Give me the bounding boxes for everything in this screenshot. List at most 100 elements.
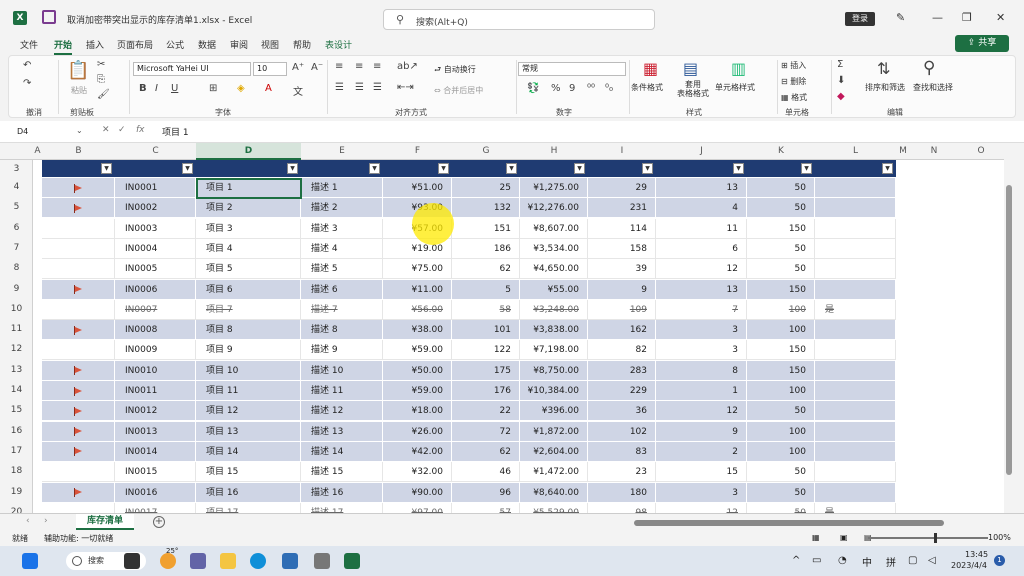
cell-id[interactable]: IN0003 <box>115 218 196 239</box>
cell-reorder-qty[interactable]: 50 <box>747 259 815 280</box>
row-header[interactable]: 14 <box>0 385 33 395</box>
column-header-b[interactable]: B <box>42 146 115 156</box>
percent-icon[interactable]: % <box>551 83 561 94</box>
comma-icon[interactable]: 9 <box>569 83 575 94</box>
volume-icon[interactable]: ◁ <box>928 555 936 566</box>
cell-value[interactable]: ¥5,529.00 <box>520 502 588 513</box>
row-header[interactable]: 6 <box>0 223 33 233</box>
conditional-format-button[interactable]: 条件格式 <box>631 82 663 93</box>
cell-disc[interactable]: 是 <box>815 502 896 513</box>
cell-reorder-qty[interactable]: 150 <box>747 340 815 361</box>
flag-cell[interactable] <box>42 360 115 381</box>
wifi-icon[interactable]: ◔ <box>838 555 847 566</box>
cell-disc[interactable] <box>815 340 896 361</box>
cell-qty[interactable]: 62 <box>452 259 520 280</box>
cell-name[interactable]: 项目 12 <box>196 401 301 422</box>
cell-disc[interactable] <box>815 320 896 341</box>
cell-id[interactable]: IN0010 <box>115 360 196 381</box>
cell-id[interactable]: IN0016 <box>115 482 196 503</box>
cell-disc[interactable] <box>815 441 896 462</box>
cell-reorder-qty[interactable]: 50 <box>747 198 815 219</box>
cell-reorder-qty[interactable]: 100 <box>747 381 815 401</box>
cell-reorder[interactable]: 229 <box>588 381 656 401</box>
cell-value[interactable]: ¥8,607.00 <box>520 218 588 239</box>
cell-days[interactable]: 6 <box>656 238 747 259</box>
cell-desc[interactable]: 描述 12 <box>301 401 383 422</box>
flag-cell[interactable] <box>42 401 115 422</box>
cell-disc[interactable] <box>815 259 896 280</box>
share-button[interactable]: ⇪ 共享 <box>955 35 1009 52</box>
flag-cell[interactable] <box>42 441 115 462</box>
excel-taskbar-icon[interactable] <box>344 553 360 569</box>
cell-qty[interactable]: 58 <box>452 299 520 320</box>
add-sheet-button[interactable]: + <box>153 516 165 528</box>
filter-dropdown-button[interactable]: ▼ <box>506 163 517 174</box>
cell-reorder[interactable]: 162 <box>588 320 656 341</box>
fill-icon[interactable]: ⬇ <box>837 75 845 86</box>
cell-id[interactable]: IN0012 <box>115 401 196 422</box>
windows-start-icon[interactable] <box>22 553 38 569</box>
column-header-c[interactable]: C <box>115 146 196 156</box>
cell-name[interactable]: 项目 8 <box>196 320 301 341</box>
cell-days[interactable]: 3 <box>656 340 747 361</box>
cell-reorder[interactable]: 9 <box>588 279 656 300</box>
clear-icon[interactable]: ◆ <box>837 91 845 102</box>
row-header[interactable]: 10 <box>0 304 33 314</box>
filter-dropdown-button[interactable]: ▼ <box>182 163 193 174</box>
next-sheet-icon[interactable]: › <box>44 516 48 526</box>
cell-price[interactable]: ¥26.00 <box>383 421 452 442</box>
cell-qty[interactable]: 72 <box>452 421 520 442</box>
table-row[interactable]: IN0011 项目 11 描述 11 ¥59.00 176 ¥10,384.00 229 1 1… <box>42 381 896 401</box>
cell-id[interactable]: IN0002 <box>115 198 196 219</box>
cell-reorder[interactable]: 231 <box>588 198 656 219</box>
cell-desc[interactable]: 描述 1 <box>301 178 383 198</box>
font-size-select[interactable]: 10 <box>253 62 287 76</box>
row-header[interactable]: 7 <box>0 243 33 253</box>
filter-dropdown-button[interactable]: ▼ <box>733 163 744 174</box>
name-box[interactable]: D4 <box>14 125 84 139</box>
cell-qty[interactable]: 62 <box>452 441 520 462</box>
tab-formulas[interactable]: 公式 <box>166 38 184 51</box>
tray-app-icon[interactable]: ▭ <box>812 555 821 566</box>
cell-reorder[interactable]: 23 <box>588 462 656 483</box>
cell-id[interactable]: IN0007 <box>115 299 196 320</box>
align-center-icon[interactable]: ☰ <box>355 82 364 93</box>
cell-value[interactable]: ¥3,838.00 <box>520 320 588 341</box>
vertical-scrollbar[interactable] <box>1006 185 1012 475</box>
cell-disc[interactable] <box>815 482 896 503</box>
border-icon[interactable]: ⊞ <box>209 83 217 94</box>
restore-icon[interactable]: ❐ <box>962 11 972 24</box>
cell-disc[interactable] <box>815 381 896 401</box>
name-box-dropdown-icon[interactable]: ⌄ <box>76 126 83 135</box>
cell-price[interactable]: ¥75.00 <box>383 259 452 280</box>
cell-price[interactable]: ¥97.00 <box>383 502 452 513</box>
tab-table-design[interactable]: 表设计 <box>325 38 352 51</box>
cell-days[interactable]: 3 <box>656 482 747 503</box>
zoom-level[interactable]: 100% <box>988 533 1011 542</box>
tray-chevron-icon[interactable]: ^ <box>792 555 800 566</box>
font-name-select[interactable]: Microsoft YaHei UI <box>133 62 251 76</box>
table-row[interactable]: IN0009 项目 9 描述 9 ¥59.00 122 ¥7,198.00 82 3 150 <box>42 340 896 361</box>
tab-page-layout[interactable]: 页面布局 <box>117 38 153 51</box>
column-header-m[interactable]: M <box>896 146 910 156</box>
redo-icon[interactable]: ↷ <box>23 78 31 89</box>
cell-reorder-qty[interactable]: 50 <box>747 401 815 422</box>
table-row[interactable]: IN0008 项目 8 描述 8 ¥38.00 101 ¥3,838.00 162 3 100 <box>42 320 896 341</box>
cell-disc[interactable] <box>815 198 896 219</box>
column-header-h[interactable]: H <box>520 146 588 156</box>
cancel-icon[interactable]: ✕ <box>102 125 110 135</box>
align-middle-icon[interactable]: ≡ <box>355 61 363 72</box>
table-row[interactable]: IN0012 项目 12 描述 12 ¥18.00 22 ¥396.00 36 12 50 <box>42 401 896 422</box>
wrap-text-button[interactable]: ⮐ 自动换行 <box>434 64 476 78</box>
cell-value[interactable]: ¥4,650.00 <box>520 259 588 280</box>
cell-price[interactable]: ¥59.00 <box>383 340 452 361</box>
row-header[interactable]: 3 <box>0 164 33 174</box>
cell-value[interactable]: ¥8,750.00 <box>520 360 588 381</box>
filter-dropdown-button[interactable]: ▼ <box>438 163 449 174</box>
cell-disc[interactable] <box>815 178 896 198</box>
pen-icon[interactable]: ✎ <box>896 11 905 24</box>
align-bottom-icon[interactable]: ≡ <box>373 61 381 72</box>
paste-icon[interactable]: 📋 <box>67 60 89 81</box>
cell-desc[interactable]: 描述 2 <box>301 198 383 219</box>
column-header-f[interactable]: F <box>383 146 452 156</box>
